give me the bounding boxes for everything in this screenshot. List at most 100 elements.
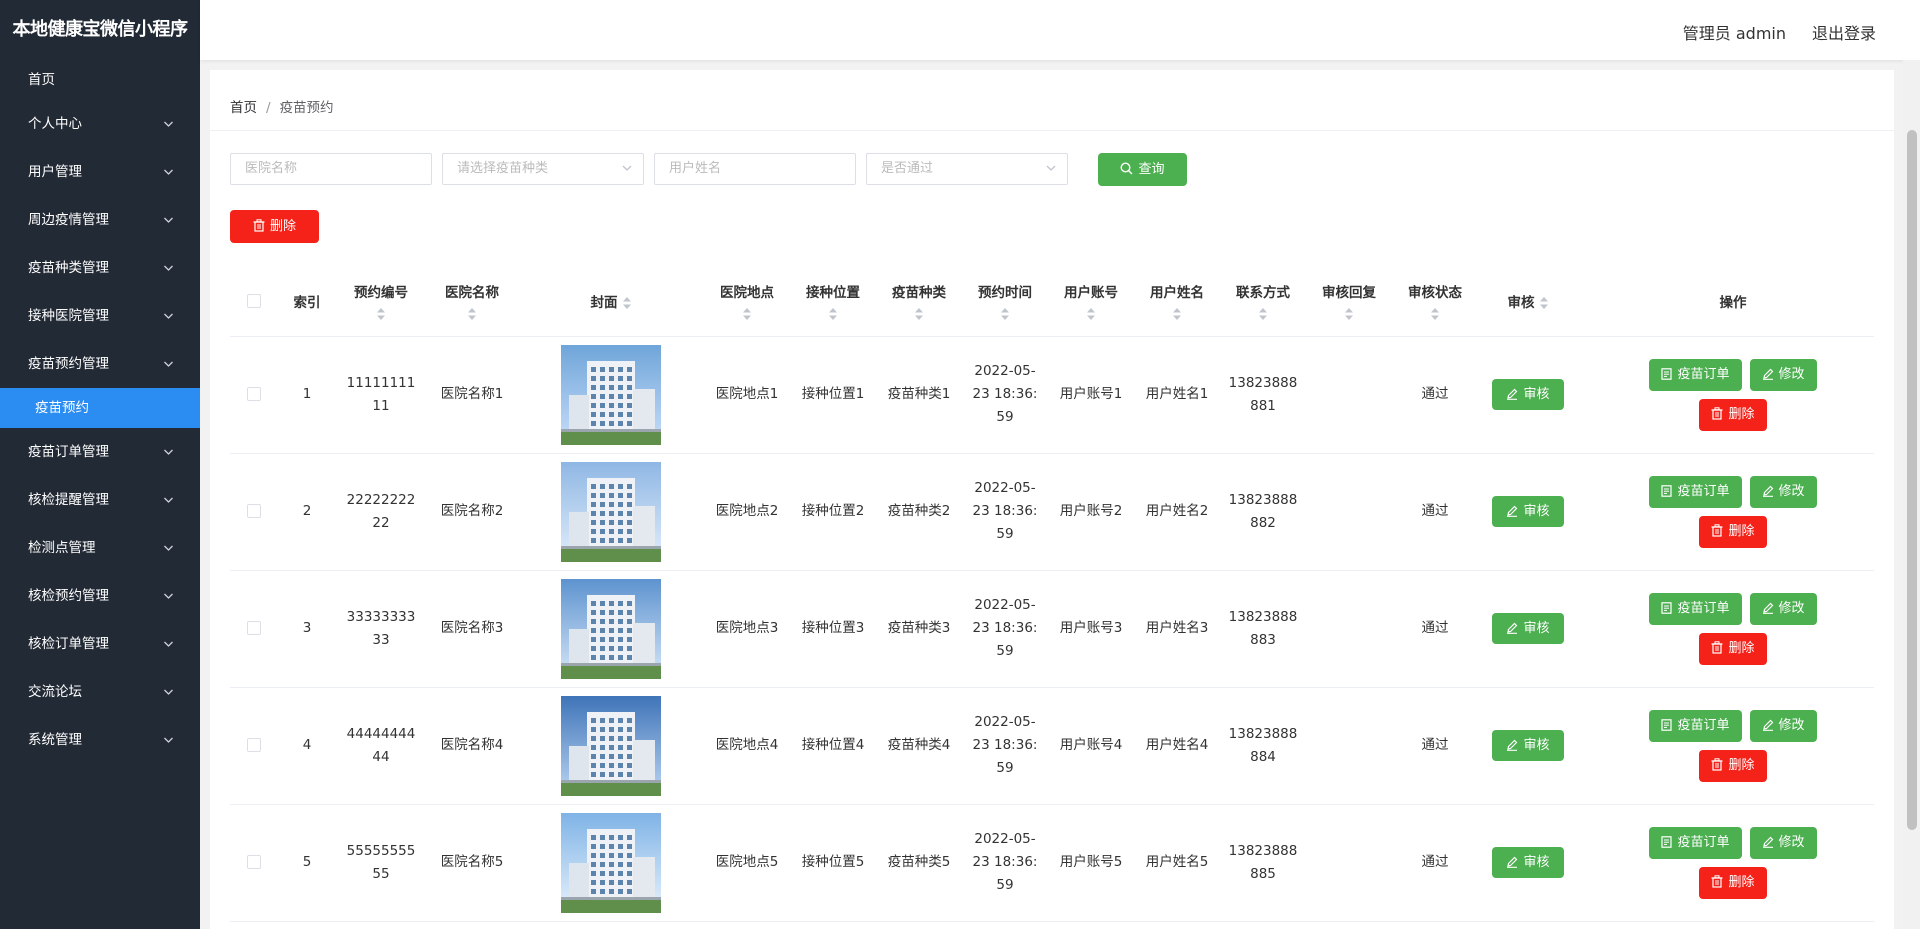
audit-button[interactable]: 审核 (1492, 379, 1564, 410)
edit-button[interactable]: 修改 (1749, 358, 1817, 391)
cell-position: 接种位置5 (790, 804, 876, 922)
chevron-down-icon (163, 524, 174, 572)
sidebar-item[interactable]: 核检提醒管理 (0, 476, 200, 524)
sort-icon[interactable] (914, 307, 924, 321)
sort-icon[interactable] (622, 296, 632, 310)
delete-button[interactable]: 删除 (1699, 866, 1767, 901)
sidebar-item-label: 核检订单管理 (28, 636, 109, 652)
edit-button[interactable]: 修改 (1749, 592, 1817, 625)
scrollbar[interactable] (1903, 60, 1920, 929)
sidebar-item[interactable]: 交流论坛 (0, 668, 200, 716)
batch-delete-button[interactable]: 删除 (230, 210, 319, 243)
delete-label: 删除 (1728, 640, 1755, 656)
sort-icon[interactable] (742, 307, 752, 321)
row-checkbox[interactable] (247, 504, 261, 518)
sort-icon[interactable] (1430, 307, 1440, 321)
cell-time: 2022-05-23 18:36:59 (962, 570, 1048, 688)
sort-icon[interactable] (1172, 307, 1182, 321)
audit-button[interactable]: 审核 (1492, 730, 1564, 761)
col-reply[interactable]: 审核回复 (1306, 266, 1392, 337)
sort-icon[interactable] (828, 307, 838, 321)
delete-button[interactable]: 删除 (1699, 749, 1767, 782)
query-button[interactable]: 查询 (1098, 153, 1187, 186)
col-account[interactable]: 用户账号 (1048, 266, 1134, 337)
sort-icon[interactable] (1000, 307, 1010, 321)
hospital-cover-image (561, 344, 661, 445)
col-vaccine-type[interactable]: 疫苗种类 (876, 266, 962, 337)
audit-button[interactable]: 审核 (1492, 496, 1564, 527)
main-card: 首页 / 疫苗预约 医院名称 请选择疫苗种类 用户姓名 是否通过 查询 删除 索引 … (210, 70, 1894, 929)
sort-icon[interactable] (376, 307, 386, 321)
cell-vaccine-type: 疫苗种类4 (876, 687, 962, 805)
col-status[interactable]: 审核状态 (1392, 266, 1478, 337)
col-cover[interactable]: 封面 (518, 266, 704, 337)
phone-text: 13823888882 (1228, 491, 1298, 531)
col-phone[interactable]: 联系方式 (1220, 266, 1306, 337)
edit-button[interactable]: 修改 (1749, 475, 1817, 510)
sidebar-item[interactable]: 周边疫情管理 (0, 196, 200, 244)
sidebar-item[interactable]: 个人中心 (0, 100, 200, 148)
table-row: 1 1111111111 医院名称1 医院地点1 接种位置1 疫苗种类1 2022-05-2… (230, 336, 1874, 454)
row-checkbox[interactable] (247, 387, 261, 401)
approved-select[interactable]: 是否通过 (866, 153, 1068, 185)
select-all-checkbox[interactable] (230, 266, 278, 337)
col-audit[interactable]: 审核 (1478, 266, 1578, 337)
sidebar-item[interactable]: 核检预约管理 (0, 572, 200, 620)
edit-button[interactable]: 修改 (1749, 826, 1817, 859)
sort-icon[interactable] (1086, 307, 1096, 321)
trash-icon (1711, 401, 1723, 433)
vaccine-order-button[interactable]: 疫苗订单 (1649, 826, 1742, 859)
col-location[interactable]: 医院地点 (704, 266, 790, 337)
time-text: 2022-05-23 18:36:59 (972, 831, 1038, 893)
edit-button[interactable]: 修改 (1749, 709, 1817, 742)
col-booking-no[interactable]: 预约编号 (336, 266, 426, 337)
edit-label: 修改 (1778, 834, 1805, 850)
logout-link[interactable]: 退出登录 (1812, 20, 1876, 44)
sidebar-item[interactable]: 疫苗预约管理 (0, 340, 200, 388)
vaccine-order-button[interactable]: 疫苗订单 (1649, 475, 1742, 508)
cell-position: 接种位置3 (790, 570, 876, 688)
cell-time: 2022-05-23 18:36:59 (962, 453, 1048, 571)
sidebar-item[interactable]: 核检订单管理 (0, 620, 200, 668)
sidebar-item[interactable]: 用户管理 (0, 148, 200, 196)
col-hospital[interactable]: 医院名称 (426, 266, 518, 337)
sort-icon[interactable] (1258, 307, 1268, 321)
sidebar-item[interactable]: 疫苗订单管理 (0, 428, 200, 476)
row-checkbox[interactable] (247, 738, 261, 752)
col-user-name[interactable]: 用户姓名 (1134, 266, 1220, 337)
chevron-down-icon (163, 148, 174, 196)
sidebar-item[interactable]: 疫苗种类管理 (0, 244, 200, 292)
cell-vaccine-type: 疫苗种类1 (876, 336, 962, 454)
sidebar-subitem-vaccine-booking[interactable]: 疫苗预约 (0, 388, 200, 428)
user-name-input[interactable]: 用户姓名 (654, 153, 856, 185)
trash-icon (1711, 869, 1723, 901)
hospital-name-input[interactable]: 医院名称 (230, 153, 432, 185)
edit-icon (1762, 478, 1774, 510)
delete-button[interactable]: 删除 (1699, 515, 1767, 548)
sort-icon[interactable] (467, 307, 477, 321)
vaccine-order-button[interactable]: 疫苗订单 (1649, 358, 1742, 391)
sidebar-item[interactable]: 接种医院管理 (0, 292, 200, 340)
delete-button[interactable]: 删除 (1699, 632, 1767, 665)
vaccine-order-button[interactable]: 疫苗订单 (1649, 592, 1742, 625)
row-checkbox[interactable] (247, 621, 261, 635)
sidebar-item[interactable]: 系统管理 (0, 716, 200, 764)
sidebar-item[interactable]: 检测点管理 (0, 524, 200, 572)
sidebar-item-label: 检测点管理 (28, 540, 96, 556)
scrollbar-thumb[interactable] (1907, 130, 1917, 830)
sort-icon[interactable] (1344, 307, 1354, 321)
cell-hospital: 医院名称5 (426, 804, 518, 922)
breadcrumb-home[interactable]: 首页 (230, 100, 257, 116)
trash-icon (253, 212, 265, 245)
audit-button[interactable]: 审核 (1492, 613, 1564, 644)
col-position[interactable]: 接种位置 (790, 266, 876, 337)
sort-icon[interactable] (1539, 296, 1549, 310)
cell-ops: 疫苗订单 修改删除 (1578, 336, 1874, 454)
col-time[interactable]: 预约时间 (962, 266, 1048, 337)
row-checkbox[interactable] (247, 855, 261, 869)
audit-button[interactable]: 审核 (1492, 847, 1564, 878)
sidebar-item[interactable]: 首页 (0, 60, 200, 100)
vaccine-type-select[interactable]: 请选择疫苗种类 (442, 153, 644, 185)
delete-button[interactable]: 删除 (1699, 398, 1767, 433)
vaccine-order-button[interactable]: 疫苗订单 (1649, 709, 1742, 742)
